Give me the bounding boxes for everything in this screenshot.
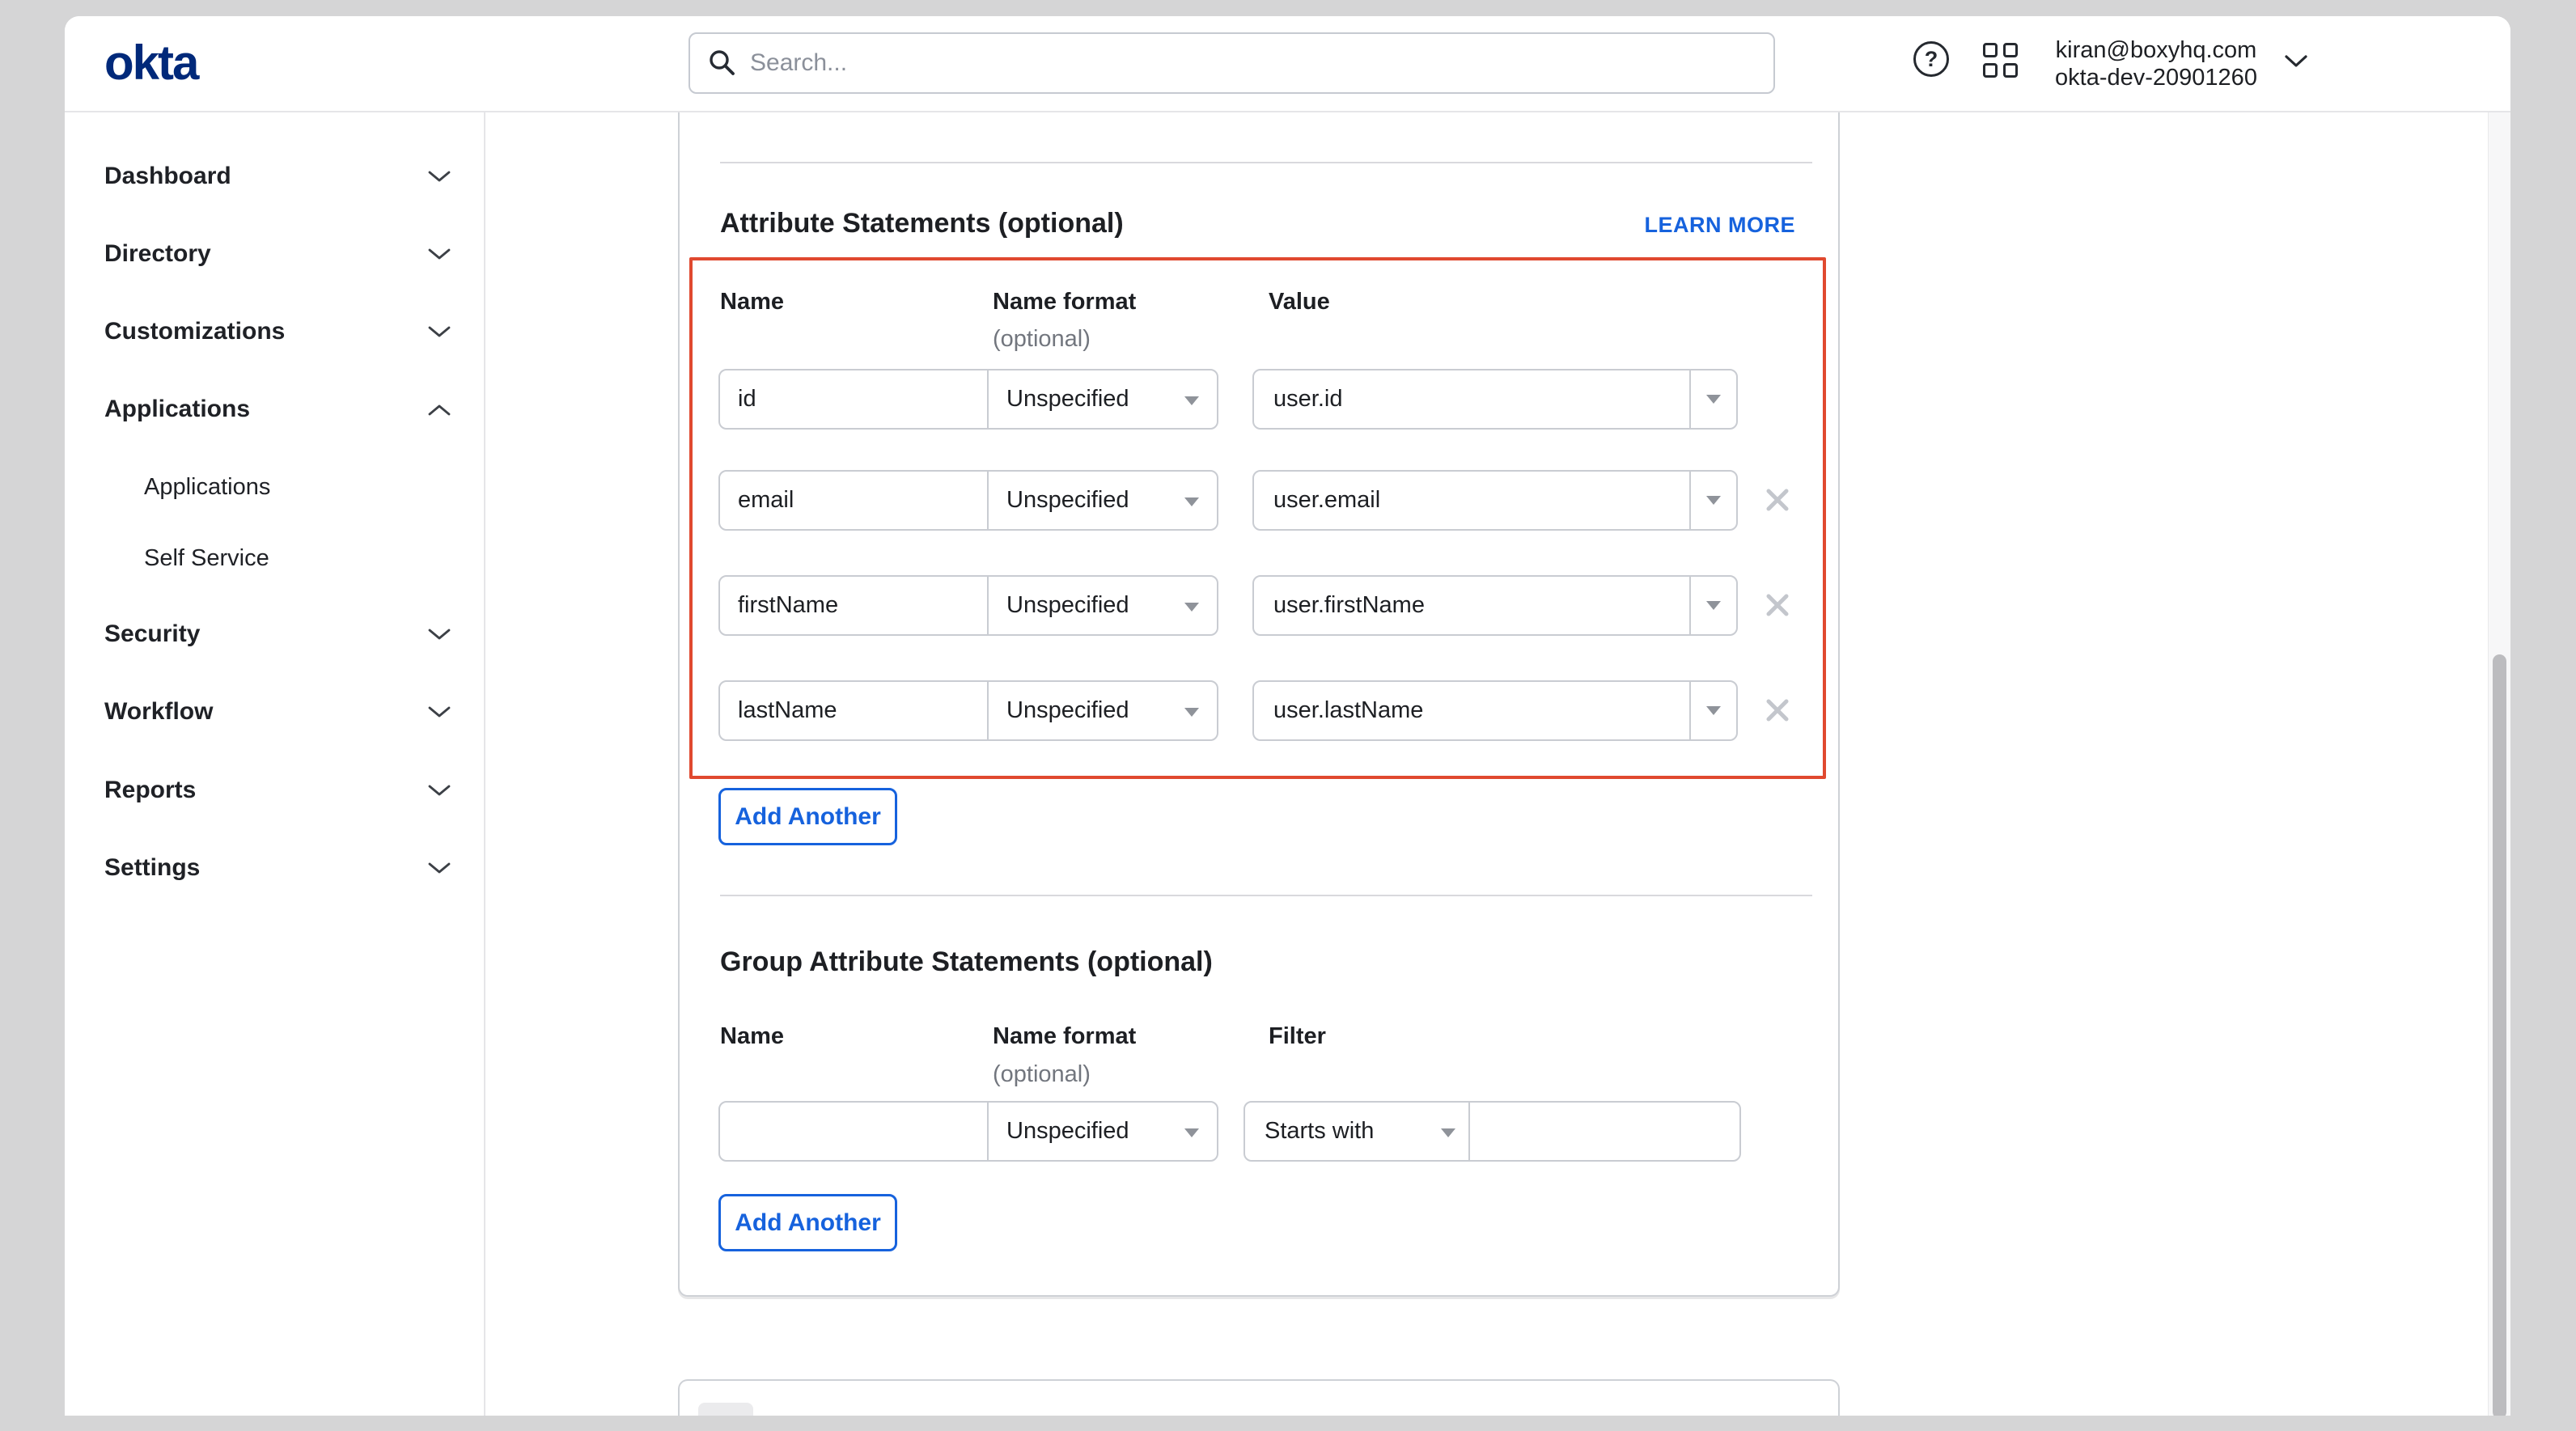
desktop-background: { "topbar": { "logo_text": "okta", "sear… bbox=[0, 0, 2576, 1431]
browser-window: okta ? kiran@boxyhq.com okta-dev-2090126… bbox=[65, 16, 2510, 1416]
global-search bbox=[688, 32, 1775, 94]
dropdown-caret-icon bbox=[1184, 708, 1199, 717]
scrollbar-thumb[interactable] bbox=[2493, 654, 2506, 1416]
search-input[interactable] bbox=[750, 39, 1773, 87]
sidebar-item-reports[interactable]: Reports bbox=[65, 766, 484, 815]
sidebar-item-security[interactable]: Security bbox=[65, 610, 484, 658]
chevron-down-icon bbox=[428, 248, 451, 260]
attribute-row: Unspecified bbox=[718, 680, 1835, 741]
column-header-name: Name bbox=[720, 1022, 784, 1051]
dropdown-caret-icon bbox=[1184, 603, 1199, 612]
sidebar-item-applications[interactable]: Applications bbox=[65, 385, 484, 434]
chevron-up-icon bbox=[428, 404, 451, 416]
value-dropdown-toggle[interactable] bbox=[1691, 577, 1736, 634]
app-switcher-icon[interactable] bbox=[1983, 43, 2020, 80]
attribute-value-input[interactable] bbox=[1254, 370, 1689, 428]
attribute-value-input[interactable] bbox=[1254, 682, 1689, 739]
group-attribute-statements-title: Group Attribute Statements (optional) bbox=[720, 946, 1213, 978]
name-format-select[interactable]: Unspecified bbox=[989, 682, 1217, 739]
search-icon bbox=[708, 49, 737, 78]
dropdown-caret-icon bbox=[1184, 1128, 1199, 1137]
column-header-value: Value bbox=[1269, 287, 1330, 316]
attribute-name-input[interactable] bbox=[720, 682, 987, 739]
remove-row-button[interactable] bbox=[1760, 587, 1795, 623]
filter-type-select[interactable]: Starts with bbox=[1245, 1103, 1468, 1160]
close-icon bbox=[1765, 488, 1790, 512]
filter-value-input[interactable] bbox=[1470, 1103, 1739, 1160]
dropdown-caret-icon bbox=[1706, 395, 1721, 404]
dropdown-caret-icon bbox=[1184, 396, 1199, 405]
sidebar-item-workflow[interactable]: Workflow bbox=[65, 688, 484, 736]
account-menu[interactable]: kiran@boxyhq.com okta-dev-20901260 bbox=[2043, 36, 2269, 91]
sidebar-item-customizations[interactable]: Customizations bbox=[65, 307, 484, 356]
chevron-down-icon bbox=[428, 862, 451, 874]
remove-row-button[interactable] bbox=[1760, 692, 1795, 728]
dropdown-caret-icon bbox=[1706, 706, 1721, 715]
attribute-name-input[interactable] bbox=[720, 577, 987, 634]
section-stub bbox=[698, 1403, 753, 1416]
user-email: kiran@boxyhq.com bbox=[2056, 36, 2257, 64]
close-icon bbox=[1765, 698, 1790, 722]
column-hint-optional: (optional) bbox=[993, 324, 1091, 354]
close-icon bbox=[1765, 593, 1790, 617]
org-name: okta-dev-20901260 bbox=[2055, 64, 2257, 91]
attribute-name-input[interactable] bbox=[720, 370, 987, 428]
sidebar-item-self-service[interactable]: Self Service bbox=[65, 534, 484, 582]
sidebar-nav: Dashboard Directory Customizations Appli… bbox=[65, 112, 485, 1416]
remove-row-button[interactable] bbox=[1760, 482, 1795, 518]
add-another-attribute-button[interactable]: Add Another bbox=[718, 788, 897, 845]
chevron-down-icon bbox=[428, 706, 451, 718]
group-name-input[interactable] bbox=[720, 1103, 987, 1160]
attribute-value-input[interactable] bbox=[1254, 577, 1689, 634]
chevron-down-icon bbox=[428, 326, 451, 338]
section-divider bbox=[720, 895, 1812, 896]
chevron-down-icon bbox=[428, 629, 451, 641]
dropdown-caret-icon bbox=[1706, 496, 1721, 505]
okta-logo: okta bbox=[104, 23, 197, 104]
name-format-select[interactable]: Unspecified bbox=[989, 577, 1217, 634]
group-attribute-row: Unspecified Starts with bbox=[718, 1101, 1835, 1162]
attribute-row: Unspecified bbox=[718, 369, 1835, 430]
attribute-name-input[interactable] bbox=[720, 472, 987, 529]
next-section-card bbox=[678, 1379, 1840, 1416]
column-header-filter: Filter bbox=[1269, 1022, 1326, 1051]
section-divider bbox=[720, 162, 1812, 163]
scrollbar-track[interactable] bbox=[2488, 112, 2510, 1416]
saml-settings-card: Attribute Statements (optional) LEARN MO… bbox=[678, 112, 1840, 1297]
group-name-format-select[interactable]: Unspecified bbox=[989, 1103, 1217, 1160]
chevron-down-icon bbox=[428, 785, 451, 797]
dropdown-caret-icon bbox=[1441, 1128, 1455, 1137]
column-header-name: Name bbox=[720, 287, 784, 316]
chevron-down-icon bbox=[428, 171, 451, 183]
attribute-value-input[interactable] bbox=[1254, 472, 1689, 529]
top-bar: okta ? kiran@boxyhq.com okta-dev-2090126… bbox=[65, 16, 2510, 112]
column-header-name-format: Name format bbox=[993, 287, 1136, 316]
sidebar-item-settings[interactable]: Settings bbox=[65, 844, 484, 892]
name-format-select[interactable]: Unspecified bbox=[989, 370, 1217, 428]
value-dropdown-toggle[interactable] bbox=[1691, 370, 1736, 428]
attribute-statements-title: Attribute Statements (optional) bbox=[720, 208, 1124, 239]
column-hint-optional: (optional) bbox=[993, 1060, 1091, 1089]
learn-more-link[interactable]: LEARN MORE bbox=[1645, 213, 1796, 238]
account-chevron-down-icon[interactable] bbox=[2284, 55, 2308, 68]
dropdown-caret-icon bbox=[1706, 601, 1721, 610]
help-icon[interactable]: ? bbox=[1913, 41, 1949, 77]
sidebar-item-dashboard[interactable]: Dashboard bbox=[65, 152, 484, 201]
add-another-group-attribute-button[interactable]: Add Another bbox=[718, 1194, 897, 1251]
value-dropdown-toggle[interactable] bbox=[1691, 472, 1736, 529]
column-header-name-format: Name format bbox=[993, 1022, 1136, 1051]
value-dropdown-toggle[interactable] bbox=[1691, 682, 1736, 739]
name-format-select[interactable]: Unspecified bbox=[989, 472, 1217, 529]
attribute-row: Unspecified bbox=[718, 470, 1835, 531]
dropdown-caret-icon bbox=[1184, 497, 1199, 506]
sidebar-item-applications-sub[interactable]: Applications bbox=[65, 463, 484, 511]
sidebar-item-directory[interactable]: Directory bbox=[65, 230, 484, 278]
attribute-row: Unspecified bbox=[718, 575, 1835, 636]
